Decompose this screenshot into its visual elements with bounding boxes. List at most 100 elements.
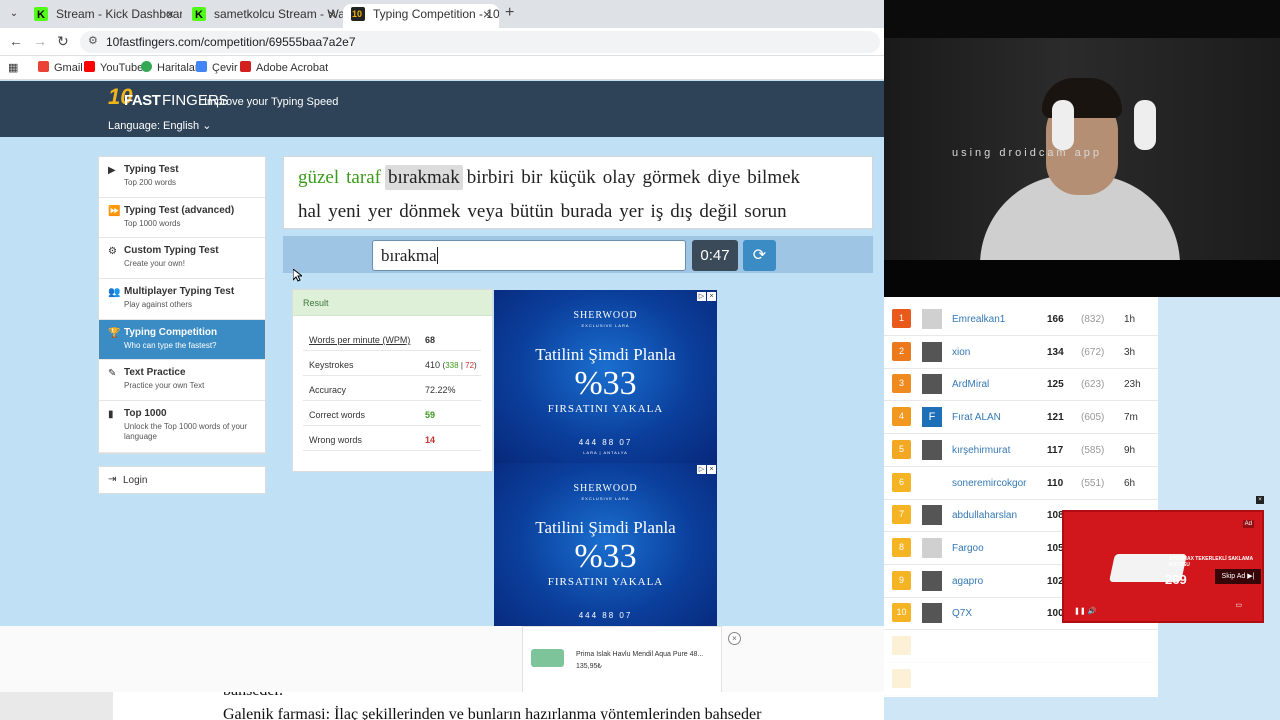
trophy-icon: 🏆	[108, 327, 121, 339]
restart-button[interactable]: ⟳	[743, 240, 776, 271]
close-icon[interactable]: ×	[328, 4, 336, 24]
sidebar-item-custom-typing-test[interactable]: ⚙ Custom Typing Test Create your own!	[99, 238, 265, 280]
avatar[interactable]	[922, 537, 942, 558]
sidebar-item-top-1000[interactable]: ▮ Top 1000 Unlock the Top 1000 words of …	[99, 401, 265, 454]
users-icon: 👥	[108, 287, 121, 299]
bookmark-translate[interactable]: Çevir	[196, 61, 238, 74]
username-link[interactable]: kırşehirmurat	[952, 445, 1010, 456]
sidebar-item-typing-competition[interactable]: 🏆 Typing Competition Who can type the fa…	[99, 319, 265, 361]
result-row-accuracy: Accuracy 72.22%	[303, 377, 481, 401]
apps-grid-icon[interactable]: ▦	[8, 61, 18, 74]
play-icon: ▶	[108, 165, 116, 176]
product-ad-card[interactable]: Prima Islak Havlu Mendil Aqua Pure 48...…	[522, 626, 722, 693]
pencil-icon: ✎	[108, 368, 117, 380]
word-correct: güzel	[298, 167, 340, 188]
username-link[interactable]: Emrealkan1	[952, 314, 1005, 325]
avatar[interactable]	[922, 341, 942, 362]
ad-info-icon[interactable]: ▷	[697, 292, 706, 301]
sidebar-item-text-practice[interactable]: ✎ Text Practice Practice your own Text	[99, 360, 265, 402]
login-button[interactable]: ⇥ Login	[98, 466, 266, 494]
time-ago: 3h	[1124, 346, 1136, 358]
sidebar-item-multiplayer[interactable]: 👥 Multiplayer Typing Test Play against o…	[99, 279, 265, 320]
username-link[interactable]: xion	[952, 347, 970, 358]
banner-ad-top[interactable]: ▷ × SHERWOOD EXCLUSIVE LARA Tatilini Şim…	[494, 290, 717, 463]
typing-input[interactable]: bırakma	[372, 240, 686, 271]
sidebar-item-typing-test-advanced[interactable]: ⏩ Typing Test (advanced) Top 1000 words	[99, 198, 265, 239]
banner-ad-bottom[interactable]: ▷ × SHERWOOD EXCLUSIVE LARA Tatilini Şim…	[494, 463, 717, 636]
rank-badge: 3	[892, 374, 911, 394]
close-icon[interactable]: ×	[728, 632, 741, 645]
video-ad[interactable]: Ad STORMAX TEKERLEKLİ SAKLAMA KUTUSU 269…	[1062, 510, 1264, 623]
ad-close-icon[interactable]: ×	[707, 292, 716, 301]
bookmark-maps[interactable]: Haritalar	[141, 61, 199, 74]
wpm-value: 166	[1047, 314, 1064, 325]
close-icon[interactable]: ×	[483, 4, 491, 24]
pause-icon[interactable]: ❚❚ 🔊	[1074, 607, 1096, 615]
countdown-timer: 0:47	[692, 240, 738, 271]
bookmark-gmail[interactable]: Gmail	[38, 61, 83, 74]
avatar[interactable]	[922, 603, 942, 624]
rank-badge: 8	[892, 537, 911, 557]
forward-icon[interactable]: →	[33, 33, 47, 49]
ad-close-icon[interactable]: ×	[707, 465, 716, 474]
tab-kick-dashboard[interactable]: Stream - Kick Dashboard ×	[26, 4, 182, 28]
username-link[interactable]: Fırat ALAN	[952, 412, 1001, 423]
bookmarks-bar: ▦ Gmail YouTube Haritalar Çevir Adobe Ac…	[0, 56, 884, 80]
wpm-value: 121	[1047, 412, 1064, 424]
avatar[interactable]	[922, 309, 942, 329]
result-row-wpm: Words per minute (WPM) 68	[303, 327, 481, 351]
bookmark-youtube[interactable]: YouTube	[84, 61, 143, 74]
avatar[interactable]	[922, 570, 942, 591]
tab-search-icon[interactable]: ⌄	[6, 6, 22, 22]
tab-bar: ⌄ Stream - Kick Dashboard × sametkolcu S…	[0, 0, 884, 28]
rank-badge: 1	[892, 309, 911, 328]
wpm-value: 125	[1047, 379, 1064, 391]
reload-icon[interactable]: ↻	[57, 33, 69, 50]
tab-kick-stream[interactable]: sametkolcu Stream - Watch Live ×	[184, 4, 344, 28]
word: diye	[707, 167, 741, 188]
avatar[interactable]: F	[922, 407, 942, 428]
fast-forward-icon: ⏩	[108, 205, 121, 217]
rank-badge: 4	[892, 407, 911, 427]
tab-typing-competition[interactable]: Typing Competition - 10FastFingers ×	[343, 4, 499, 28]
avatar[interactable]	[922, 505, 942, 526]
username-link[interactable]: soneremircokgor	[952, 478, 1026, 489]
site-info-icon[interactable]: ⚙	[88, 34, 98, 47]
back-icon[interactable]: ←	[9, 33, 23, 49]
captions-icon[interactable]: ▭	[1235, 601, 1242, 609]
leaderboard-row: 6 soneremircokgor 110 (551) 6h	[884, 467, 1158, 500]
word: yer	[619, 201, 644, 222]
ad-info-icon[interactable]: ▷	[697, 465, 706, 474]
text-caret	[436, 247, 438, 264]
close-icon[interactable]: ×	[166, 4, 174, 24]
word: veya	[467, 201, 504, 222]
tenfastfingers-icon	[351, 4, 365, 24]
avatar[interactable]	[922, 473, 942, 493]
avatar[interactable]	[922, 374, 942, 395]
username-link[interactable]: Fargoo	[952, 543, 984, 554]
word: bilmek	[747, 167, 801, 188]
url-field[interactable]: ⚙ 10fastfingers.com/competition/69555baa…	[80, 31, 880, 53]
close-icon[interactable]: ×	[1256, 496, 1264, 504]
time-ago: 6h	[1124, 477, 1136, 489]
sidebar-item-typing-test[interactable]: ▶ Typing Test Top 200 words	[99, 157, 265, 198]
screen: ⌄ Stream - Kick Dashboard × sametkolcu S…	[0, 0, 1280, 720]
words-line-1: güzel taraf bırakmak birbiri bir küçük olay gör…	[295, 165, 804, 190]
browser-window: ⌄ Stream - Kick Dashboard × sametkolcu S…	[0, 0, 884, 720]
skip-ad-button[interactable]: Skip Ad ▶|	[1215, 569, 1261, 584]
username-link[interactable]: ArdMiral	[952, 379, 989, 390]
keystrokes-value: (605)	[1081, 412, 1105, 424]
time-ago: 9h	[1124, 444, 1136, 456]
word-correct: taraf	[346, 167, 381, 188]
username-link[interactable]: Q7X	[952, 608, 972, 619]
new-tab-icon[interactable]: +	[505, 4, 514, 22]
bookmark-adobe-acrobat[interactable]: Adobe Acrobat	[240, 61, 328, 74]
word-current: bırakmak	[384, 165, 463, 190]
avatar[interactable]	[922, 439, 942, 460]
username-link[interactable]: agapro	[952, 576, 983, 587]
sidebar-nav: ▶ Typing Test Top 200 words ⏩ Typing Tes…	[98, 156, 266, 455]
translate-icon	[196, 61, 207, 72]
username-link[interactable]: abdullaharslan	[952, 510, 1017, 521]
result-panel: Result Words per minute (WPM) 68 Keystro…	[292, 289, 493, 472]
language-selector[interactable]: Language: English ⌄	[108, 119, 211, 132]
